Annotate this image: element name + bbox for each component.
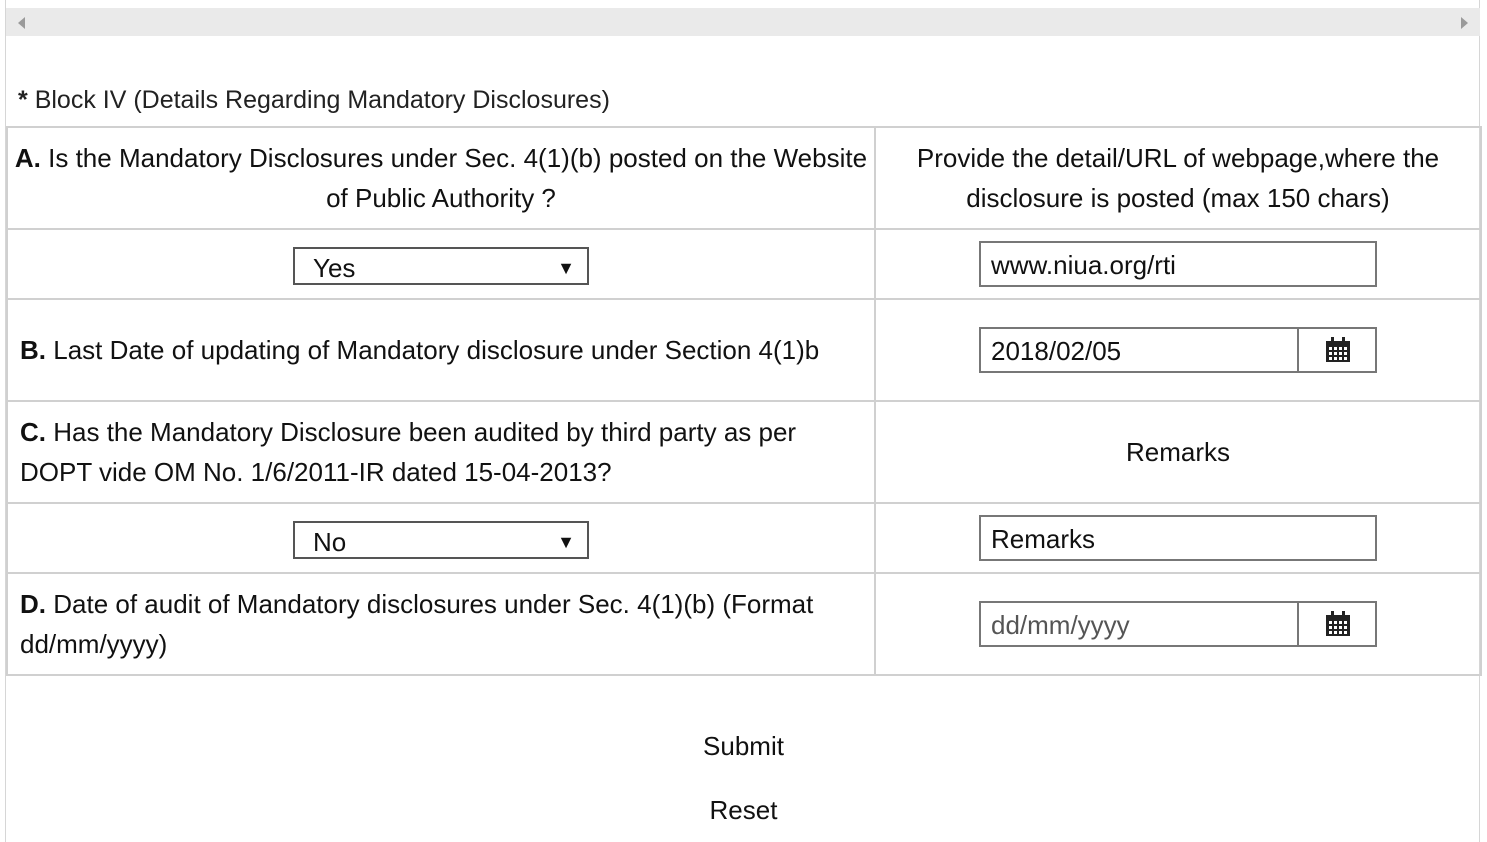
question-b: B. Last Date of updating of Mandatory di… — [6, 298, 876, 402]
calendar-icon — [1326, 337, 1350, 362]
horizontal-scrollbar[interactable] — [6, 8, 1480, 36]
chevron-down-icon: ▼ — [557, 531, 575, 552]
question-d: D. Date of audit of Mandatory disclosure… — [6, 572, 876, 676]
scroll-right-arrow-icon[interactable] — [1461, 17, 1468, 29]
submit-row: Submit — [0, 731, 1487, 762]
chevron-down-icon: ▼ — [557, 257, 575, 278]
remarks-input-value: Remarks — [991, 524, 1096, 554]
remarks-header: Remarks — [874, 400, 1482, 504]
select-value: Yes — [313, 252, 356, 283]
row-a-inputs: Yes ▼ www.niua.org/rti — [6, 228, 1482, 300]
question-d-letter: D. — [20, 589, 46, 619]
question-b-text: Last Date of updating of Mandatory discl… — [53, 335, 820, 365]
audit-date-input[interactable]: dd/mm/yyyy — [979, 601, 1377, 647]
question-a-letter: A. — [14, 143, 41, 173]
url-input-value: www.niua.org/rti — [991, 250, 1176, 280]
select-value: No — [313, 526, 347, 557]
question-c-text: Has the Mandatory Disclosure been audite… — [20, 417, 797, 487]
row-b: B. Last Date of updating of Mandatory di… — [6, 298, 1482, 402]
calendar-icon — [1326, 611, 1350, 636]
row-c-question: C. Has the Mandatory Disclosure been aud… — [6, 400, 1482, 504]
row-c-inputs: No ▼ Remarks — [6, 502, 1482, 574]
block-title: * Block IV (Details Regarding Mandatory … — [18, 86, 610, 115]
question-a-text: Is the Mandatory Disclosures under Sec. … — [48, 143, 868, 213]
reset-row: Reset — [0, 795, 1487, 826]
question-c: C. Has the Mandatory Disclosure been aud… — [6, 400, 876, 504]
remarks-input[interactable]: Remarks — [979, 515, 1377, 561]
reset-button[interactable]: Reset — [710, 795, 778, 825]
row-d: D. Date of audit of Mandatory disclosure… — [6, 572, 1482, 676]
url-header: Provide the detail/URL of webpage,where … — [874, 126, 1482, 230]
question-a: A. Is the Mandatory Disclosures under Se… — [6, 126, 876, 230]
required-star: * — [18, 86, 28, 114]
block-title-text: Block IV (Details Regarding Mandatory Di… — [34, 86, 610, 114]
date-value: 2018/02/05 — [991, 336, 1122, 366]
question-d-text: Date of audit of Mandatory disclosures u… — [20, 589, 814, 659]
scroll-left-arrow-icon[interactable] — [18, 17, 25, 29]
question-c-letter: C. — [20, 417, 46, 447]
question-b-letter: B. — [20, 335, 46, 365]
row-a-question: A. Is the Mandatory Disclosures under Se… — [6, 126, 1482, 230]
disclosure-table: A. Is the Mandatory Disclosures under Se… — [6, 126, 1482, 676]
date-placeholder: dd/mm/yyyy — [991, 610, 1130, 640]
submit-button[interactable]: Submit — [703, 731, 784, 761]
last-update-date-input[interactable]: 2018/02/05 — [979, 327, 1377, 373]
date-picker-button[interactable] — [1297, 603, 1375, 645]
url-input[interactable]: www.niua.org/rti — [979, 241, 1377, 287]
audited-select[interactable]: No ▼ — [293, 520, 589, 559]
disclosure-posted-select[interactable]: Yes ▼ — [293, 246, 589, 285]
date-picker-button[interactable] — [1297, 329, 1375, 371]
